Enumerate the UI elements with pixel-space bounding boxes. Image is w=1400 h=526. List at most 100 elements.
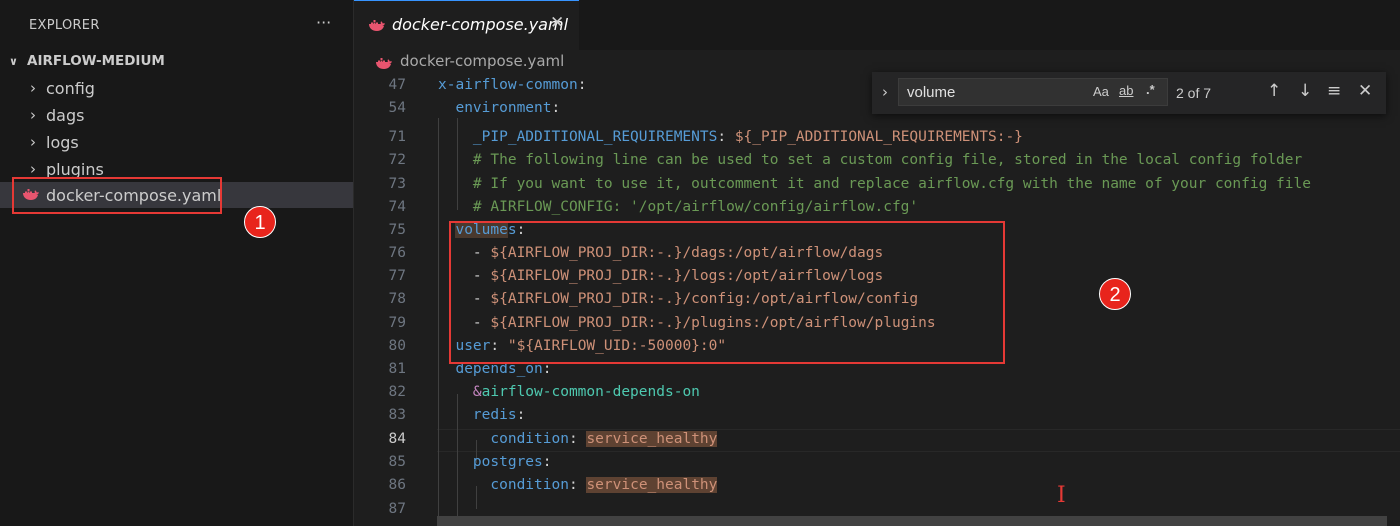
- code-line[interactable]: 86 condition: service_healthy: [354, 474, 1400, 497]
- explorer-sidebar: EXPLORER ··· ∨ AIRFLOW-MEDIUM › config ›…: [0, 0, 353, 526]
- line-number: 54: [388, 100, 406, 116]
- code-line[interactable]: 74 # AIRFLOW_CONFIG: '/opt/airflow/confi…: [354, 196, 1400, 219]
- line-number: 74: [388, 199, 406, 215]
- docker-whale-icon: [369, 20, 385, 31]
- code-token: service_healthy: [586, 431, 718, 447]
- line-number: 87: [388, 501, 406, 517]
- code-token: airflow-common-depends-on: [481, 384, 700, 400]
- tree-item-label: config: [46, 78, 95, 98]
- match-count: 2 of 7: [1176, 85, 1212, 101]
- breadcrumb: docker-compose.yaml: [354, 50, 1400, 72]
- code-token: :: [516, 407, 526, 423]
- previous-match-icon[interactable]: ↑: [1267, 81, 1281, 101]
- line-number: 85: [388, 454, 406, 470]
- code-token: :: [717, 129, 735, 145]
- breadcrumb-file[interactable]: docker-compose.yaml: [400, 52, 564, 70]
- code-text: &airflow-common-depends-on: [438, 381, 700, 404]
- annotation-box-1: [12, 177, 222, 214]
- code-token: :: [542, 454, 552, 470]
- line-number: 73: [388, 176, 406, 192]
- line-number: 47: [388, 77, 406, 93]
- tree-item-label: dags: [46, 105, 85, 125]
- docker-whale-icon: [376, 58, 392, 69]
- chevron-down-icon: ∨: [9, 54, 18, 68]
- find-input-value: volume: [907, 84, 956, 101]
- code-text: # If you want to use it, outcomment it a…: [438, 173, 1311, 196]
- code-token: _PIP_ADDITIONAL_REQUIREMENTS: [472, 129, 718, 145]
- text-cursor-icon: I: [1057, 483, 1066, 508]
- annotation-badge-1: 1: [244, 206, 276, 238]
- code-text: condition: service_healthy: [438, 474, 718, 497]
- code-token: x-airflow-common: [438, 77, 578, 93]
- annotation-box-2: [449, 221, 1005, 364]
- tree-item-logs[interactable]: › logs: [0, 129, 353, 155]
- close-icon[interactable]: ✕: [1358, 81, 1372, 101]
- match-case-icon[interactable]: Aa: [1093, 84, 1109, 99]
- regex-icon[interactable]: .*: [1146, 82, 1155, 97]
- code-line[interactable]: 72 # The following line can be used to s…: [354, 149, 1400, 172]
- whole-word-icon[interactable]: ab: [1119, 83, 1133, 98]
- code-token: ${_PIP_ADDITIONAL_REQUIREMENTS:-}: [734, 129, 1023, 145]
- chevron-right-icon: ›: [30, 106, 36, 124]
- code-token: # AIRFLOW_CONFIG: '/opt/airflow/config/a…: [472, 199, 919, 215]
- code-text: condition: service_healthy: [438, 428, 718, 451]
- code-text: # AIRFLOW_CONFIG: '/opt/airflow/config/a…: [438, 196, 918, 219]
- tree-item-label: plugins: [46, 159, 104, 179]
- line-number: 79: [388, 315, 406, 331]
- code-text: postgres:: [438, 451, 552, 474]
- close-icon[interactable]: ✕: [550, 13, 564, 33]
- code-line[interactable]: 85 postgres:: [354, 451, 1400, 474]
- line-number: 84: [388, 431, 406, 447]
- line-number: 83: [388, 407, 406, 423]
- line-number: 78: [388, 291, 406, 307]
- line-number: 77: [388, 268, 406, 284]
- code-line[interactable]: 71 _PIP_ADDITIONAL_REQUIREMENTS: ${_PIP_…: [354, 126, 1400, 149]
- folder-root[interactable]: ∨ AIRFLOW-MEDIUM: [9, 50, 165, 72]
- line-number: 71: [388, 129, 406, 145]
- line-number: 81: [388, 361, 406, 377]
- toggle-replace-icon[interactable]: ›: [882, 83, 888, 101]
- explorer-title: EXPLORER: [29, 18, 100, 33]
- code-line[interactable]: 73 # If you want to use it, outcomment i…: [354, 173, 1400, 196]
- code-line[interactable]: 83 redis:: [354, 404, 1400, 427]
- ellipsis-icon[interactable]: ···: [316, 13, 331, 32]
- tree-item-config[interactable]: › config: [0, 75, 353, 101]
- code-text: x-airflow-common:: [438, 74, 586, 97]
- code-token: :: [568, 477, 587, 493]
- line-number: 76: [388, 245, 406, 261]
- line-number: 75: [388, 222, 406, 238]
- code-token: :: [551, 100, 561, 116]
- tab-docker-compose[interactable]: docker-compose.yaml ✕: [354, 0, 579, 50]
- code-text: # The following line can be used to set …: [438, 149, 1302, 172]
- find-in-selection-icon[interactable]: ≡: [1327, 81, 1341, 101]
- find-widget: › volume Aa ab .* 2 of 7 ↑ ↓ ≡ ✕: [872, 72, 1386, 114]
- line-number: 80: [388, 338, 406, 354]
- code-token: :: [568, 431, 587, 447]
- code-text: redis:: [438, 404, 525, 427]
- line-number: 82: [388, 384, 406, 400]
- chevron-right-icon: ›: [30, 79, 36, 97]
- code-token: service_healthy: [586, 477, 718, 493]
- code-token: condition: [490, 477, 569, 493]
- find-input[interactable]: volume Aa ab .*: [898, 78, 1168, 106]
- next-match-icon[interactable]: ↓: [1298, 81, 1312, 101]
- code-token: # The following line can be used to set …: [472, 152, 1303, 168]
- code-line[interactable]: 84 condition: service_healthy: [354, 428, 1400, 451]
- code-line[interactable]: 82 &airflow-common-depends-on: [354, 381, 1400, 404]
- tree-item-label: logs: [46, 132, 79, 152]
- code-token: environment: [455, 100, 552, 116]
- line-number: 72: [388, 152, 406, 168]
- tab-label: docker-compose.yaml: [392, 15, 569, 34]
- tree-item-dags[interactable]: › dags: [0, 102, 353, 128]
- horizontal-scrollbar[interactable]: [437, 516, 1387, 526]
